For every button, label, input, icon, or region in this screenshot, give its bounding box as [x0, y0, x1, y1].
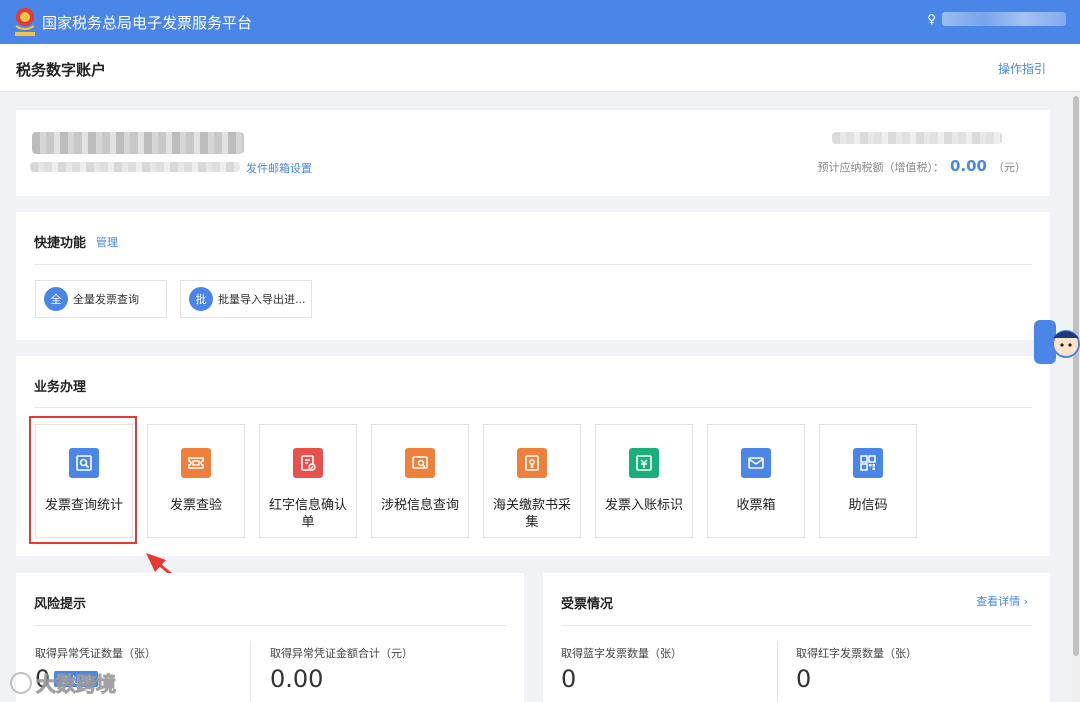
ticket-check-icon	[181, 448, 211, 478]
business-card: 业务办理 发票查询统计 发票查验 红字信息确认单 涉税信息查询 海关缴款书采集	[16, 356, 1050, 556]
tile-label: 发票入账标识	[604, 498, 683, 513]
tile-red-invoice-confirm[interactable]: 红字信息确认单	[259, 424, 357, 538]
shortcut-batch-import-export[interactable]: 批 批量导入导出进...	[180, 280, 312, 318]
business-title: 业务办理	[34, 380, 87, 395]
tax-emblem-icon	[12, 6, 38, 38]
divider	[34, 407, 1032, 408]
estimated-tax-unit: （元）	[993, 161, 1026, 174]
user-menu[interactable]: ♀	[927, 12, 1066, 26]
guide-link[interactable]: 操作指引	[998, 60, 1046, 77]
receipt-card: 受票情况 查看详情 › 取得蓝字发票数量（张） 0 取得红字发票数量（张） 0	[543, 573, 1050, 702]
tax-info-search-icon	[405, 448, 435, 478]
tile-invoice-query-stats[interactable]: 发票查询统计	[35, 424, 133, 538]
metric-label: 取得异常凭证数量（张）	[35, 647, 156, 660]
tile-customs-payment[interactable]: 海关缴款书采集	[483, 424, 581, 538]
scrollbar[interactable]	[1072, 92, 1080, 702]
tile-receipt-box[interactable]: 收票箱	[707, 424, 805, 538]
account-card: 发件邮箱设置 预计应纳税额（增值税）： 0.00 （元）	[16, 110, 1050, 196]
tile-tax-info-query[interactable]: 涉税信息查询	[371, 424, 469, 538]
shortcut-full-invoice-query[interactable]: 全 全量发票查询	[35, 280, 167, 318]
tile-invoice-verify[interactable]: 发票查验	[147, 424, 245, 538]
metric-label: 取得蓝字发票数量（张）	[561, 647, 682, 660]
customs-payment-icon	[517, 448, 547, 478]
watermark: 大数跨境	[10, 668, 117, 697]
manage-link[interactable]: 管理	[96, 234, 118, 250]
divider	[34, 264, 1032, 265]
shortcut-title: 快捷功能	[34, 236, 87, 251]
estimated-tax: 预计应纳税额（增值税）： 0.00 （元）	[817, 157, 1026, 175]
page-header: 税务数字账户 操作指引	[0, 44, 1080, 92]
tile-label: 红字信息确认单	[268, 498, 347, 530]
shortcut-label: 全量发票查询	[73, 293, 139, 306]
tile-label: 海关缴款书采集	[492, 498, 571, 530]
interaction-mascot[interactable]	[1034, 316, 1080, 366]
tile-label: 收票箱	[736, 498, 776, 513]
view-details-link[interactable]: 查看详情 ›	[976, 593, 1028, 609]
risk-title: 风险提示	[34, 597, 87, 612]
watermark-text: 大数跨境	[36, 672, 117, 697]
user-icon: ♀	[927, 12, 936, 26]
metric-value: 0.00	[270, 665, 324, 693]
user-name-redacted	[942, 12, 1066, 26]
vertical-divider	[250, 641, 251, 702]
tile-label: 发票查询统计	[44, 498, 123, 513]
watermark-logo	[10, 671, 32, 694]
receipt-title: 受票情况	[561, 597, 614, 612]
top-bar: 国家税务总局电子发票服务平台 ♀	[0, 0, 1080, 44]
shortcut-label: 批量导入导出进...	[218, 293, 306, 306]
mailbox-icon	[741, 448, 771, 478]
tile-label: 助信码	[848, 498, 888, 513]
tile-label: 涉税信息查询	[380, 498, 459, 513]
divider	[561, 625, 1032, 626]
qr-code-icon	[853, 448, 883, 478]
platform-title: 国家税务总局电子发票服务平台	[42, 13, 253, 32]
shortcut-card: 快捷功能 管理 全 全量发票查询 批 批量导入导出进...	[16, 212, 1050, 340]
estimated-tax-value: 0.00	[949, 157, 987, 175]
company-name-redacted	[32, 132, 244, 154]
invoice-bookkeeping-icon	[629, 448, 659, 478]
tile-invoice-bookkeeping[interactable]: 发票入账标识	[595, 424, 693, 538]
account-info-redacted	[832, 132, 1002, 144]
metric-value: 0	[561, 665, 577, 693]
metric-label: 取得异常凭证金额合计（元）	[270, 647, 413, 660]
metric-value: 0	[796, 665, 812, 693]
red-invoice-confirm-icon	[293, 448, 323, 478]
estimated-tax-label: 预计应纳税额（增值税）：	[817, 161, 944, 174]
metric-label: 取得红字发票数量（张）	[796, 647, 917, 660]
email-settings-link[interactable]: 发件邮箱设置	[246, 160, 312, 176]
tile-credit-code[interactable]: 助信码	[819, 424, 917, 538]
shortcut-badge: 批	[189, 287, 213, 311]
scrollbar-thumb[interactable]	[1073, 96, 1079, 656]
shortcut-badge: 全	[44, 287, 68, 311]
tile-label: 发票查验	[169, 498, 222, 513]
invoice-search-icon	[69, 448, 99, 478]
divider	[34, 625, 506, 626]
vertical-divider	[777, 641, 778, 702]
taxpayer-id-redacted	[30, 162, 240, 172]
page-title: 税务数字账户	[16, 61, 107, 79]
